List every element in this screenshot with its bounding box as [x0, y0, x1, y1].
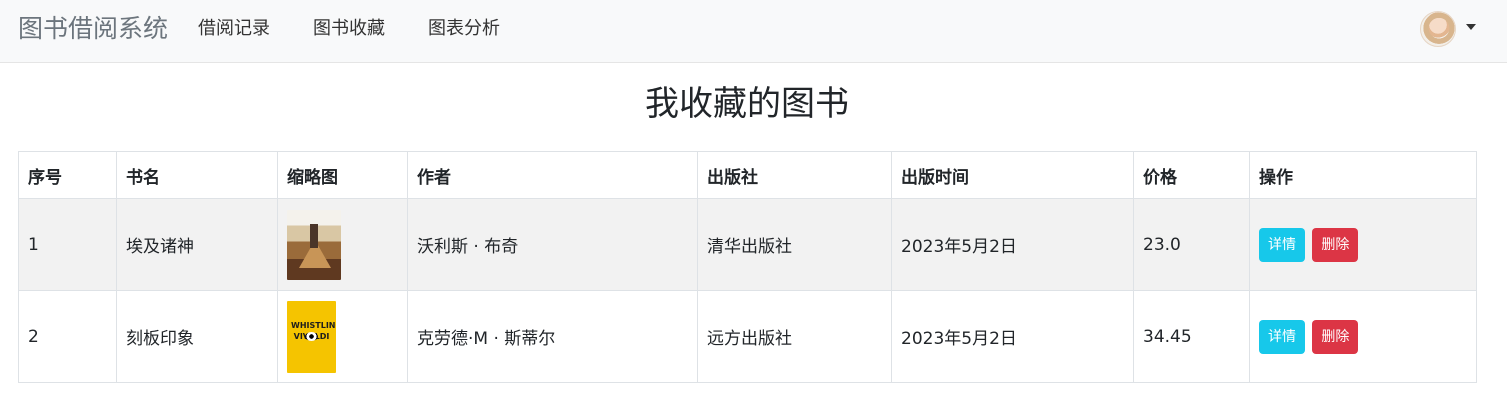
actions-cell: 详情 删除: [1249, 198, 1477, 291]
page-title: 我收藏的图书: [645, 84, 849, 124]
delete-button[interactable]: 删除: [1312, 319, 1359, 354]
header-published: 出版时间: [891, 151, 1134, 199]
book-published-date: 2023年5月2日: [891, 198, 1134, 291]
user-avatar[interactable]: [1420, 11, 1456, 47]
book-publisher: 远方出版社: [697, 290, 892, 383]
favorites-table-container: 序号 书名 缩略图 作者 出版社 出版时间 价格 操作 1 埃及诸神 沃利斯 ·…: [18, 151, 1477, 383]
table-row: 1 埃及诸神 沃利斯 · 布奇 清华出版社 2023年5月2日 23.0 详情 …: [18, 198, 1477, 291]
nav-borrow-records[interactable]: 借阅记录: [198, 17, 270, 41]
book-author: 克劳德·M · 斯蒂尔: [407, 290, 698, 383]
book-author: 沃利斯 · 布奇: [407, 198, 698, 291]
header-price: 价格: [1133, 151, 1250, 199]
header-index: 序号: [18, 151, 117, 199]
favorites-table: 序号 书名 缩略图 作者 出版社 出版时间 价格 操作 1 埃及诸神 沃利斯 ·…: [18, 151, 1477, 383]
table-row: 2 刻板印象 克劳德·M · 斯蒂尔 远方出版社 2023年5月2日 34.45…: [18, 290, 1477, 383]
site-brand[interactable]: 图书借阅系统: [18, 12, 168, 46]
delete-button[interactable]: 删除: [1312, 227, 1359, 262]
book-price: 34.45: [1133, 290, 1250, 383]
book-published-date: 2023年5月2日: [891, 290, 1134, 383]
header-publisher: 出版社: [697, 151, 892, 199]
header-thumbnail: 缩略图: [277, 151, 408, 199]
nav-book-favorites[interactable]: 图书收藏: [313, 17, 385, 41]
dropdown-caret-icon[interactable]: [1466, 24, 1476, 30]
header-author: 作者: [407, 151, 698, 199]
detail-button[interactable]: 详情: [1259, 319, 1305, 354]
book-title: 埃及诸神: [116, 198, 278, 291]
header-title: 书名: [116, 151, 278, 199]
actions-cell: 详情 删除: [1249, 290, 1477, 383]
book-cover-image[interactable]: [287, 300, 336, 373]
avatar-image: [1421, 12, 1455, 46]
thumbnail-cell: [277, 290, 408, 383]
header-actions: 操作: [1249, 151, 1477, 199]
top-navbar: 图书借阅系统 借阅记录 图书收藏 图表分析: [0, 0, 1507, 63]
book-title: 刻板印象: [116, 290, 278, 383]
row-index: 2: [18, 290, 117, 383]
book-publisher: 清华出版社: [697, 198, 892, 291]
book-cover-image[interactable]: [287, 209, 341, 280]
row-index: 1: [18, 198, 117, 291]
detail-button[interactable]: 详情: [1259, 227, 1305, 262]
book-price: 23.0: [1133, 198, 1250, 291]
table-header-row: 序号 书名 缩略图 作者 出版社 出版时间 价格 操作: [18, 151, 1477, 199]
nav-chart-analysis[interactable]: 图表分析: [428, 17, 500, 41]
thumbnail-cell: [277, 198, 408, 291]
